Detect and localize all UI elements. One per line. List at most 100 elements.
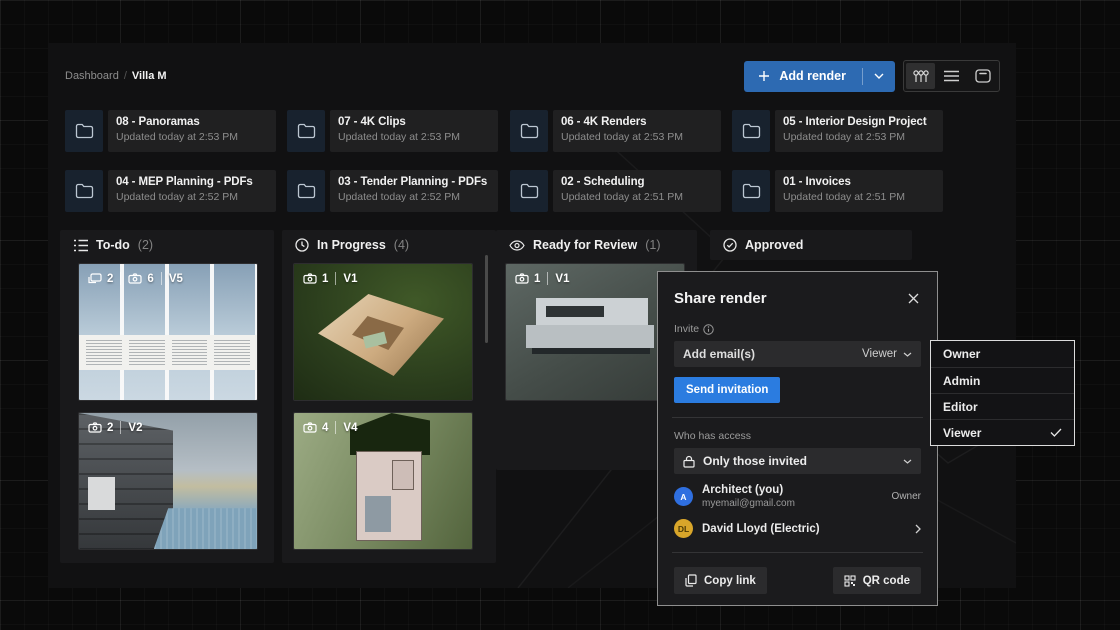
folder-card: 01 - Invoices Updated today at 2:51 PM [775, 170, 943, 212]
desktop-background: Dashboard / Villa M Add render [0, 0, 1120, 630]
chevron-down-icon [903, 459, 912, 464]
person-row-architect[interactable]: A Architect (you) myemail@gmail.com Owne… [674, 484, 921, 509]
archive-icon [975, 69, 991, 83]
folder-title: 02 - Scheduling [561, 176, 713, 188]
folder-item[interactable]: 04 - MEP Planning - PDFs Updated today a… [65, 170, 276, 212]
close-button[interactable] [906, 291, 921, 306]
folder-updated: Updated today at 2:51 PM [783, 191, 935, 203]
card-badges: 2 V2 [88, 421, 142, 434]
send-invitation-button[interactable]: Send invitation [674, 377, 780, 403]
camera-icon [303, 422, 317, 433]
list-view-icon [944, 70, 959, 82]
folder-item[interactable]: 01 - Invoices Updated today at 2:51 PM [732, 170, 943, 212]
folder-title: 04 - MEP Planning - PDFs [116, 176, 268, 188]
camera-count: 6 [147, 273, 153, 285]
role-option-admin[interactable]: Admin [931, 367, 1074, 393]
version-badge: V5 [169, 273, 183, 285]
folder-item[interactable]: 05 - Interior Design Project Updated tod… [732, 110, 943, 152]
render-card-pool[interactable]: 2 V2 [78, 412, 258, 550]
access-select[interactable]: Only those invited [674, 448, 921, 474]
render-card-floorplan[interactable]: 4 V4 [293, 412, 473, 550]
folder-icon [510, 170, 548, 212]
column-header-in-progress: In Progress (4) [282, 230, 409, 260]
version-badge: V1 [555, 273, 569, 285]
folder-card: 08 - Panoramas Updated today at 2:53 PM [108, 110, 276, 152]
column-header-approved: Approved [710, 230, 803, 260]
comment-icon [88, 273, 102, 285]
email-input[interactable] [683, 347, 856, 361]
column-scrollbar[interactable] [485, 255, 488, 343]
invite-label: Invite [674, 323, 699, 335]
folder-updated: Updated today at 2:53 PM [783, 131, 935, 143]
folder-item[interactable]: 03 - Tender Planning - PDFs Updated toda… [287, 170, 498, 212]
column-count: (1) [645, 238, 660, 252]
folder-card: 07 - 4K Clips Updated today at 2:53 PM [330, 110, 498, 152]
modal-title: Share render [674, 290, 767, 307]
qr-code-label: QR code [863, 575, 910, 587]
header-actions: Add render [744, 60, 1000, 92]
folder-item[interactable]: 06 - 4K Renders Updated today at 2:53 PM [510, 110, 721, 152]
render-card-axon-model[interactable]: 1 V1 [293, 263, 473, 401]
chevron-right-icon [915, 524, 921, 534]
folder-title: 08 - Panoramas [116, 116, 268, 128]
folder-item[interactable]: 08 - Panoramas Updated today at 2:53 PM [65, 110, 276, 152]
board-view-icon [913, 69, 929, 83]
role-select-trigger[interactable]: Viewer [862, 348, 912, 360]
board-view-button[interactable] [906, 63, 935, 89]
folder-item[interactable]: 02 - Scheduling Updated today at 2:51 PM [510, 170, 721, 212]
folder-icon [510, 110, 548, 152]
add-render-button[interactable]: Add render [744, 61, 895, 92]
folder-icon [732, 110, 770, 152]
camera-icon [515, 273, 529, 284]
folder-title: 05 - Interior Design Project [783, 116, 935, 128]
folder-icon [287, 110, 325, 152]
chevron-down-icon [903, 352, 912, 357]
render-card-panorama[interactable]: 2 6 V5 [78, 263, 258, 401]
avatar: DL [674, 519, 693, 538]
folder-card: 03 - Tender Planning - PDFs Updated toda… [330, 170, 498, 212]
check-circle-icon [723, 238, 737, 252]
version-badge: V2 [128, 422, 142, 434]
column-title: In Progress [317, 238, 386, 252]
role-option-owner[interactable]: Owner [931, 341, 1074, 367]
camera-icon [303, 273, 317, 284]
folder-updated: Updated today at 2:52 PM [338, 191, 490, 203]
version-badge: V1 [343, 273, 357, 285]
qr-code-button[interactable]: QR code [833, 567, 921, 594]
view-toggle-group [903, 60, 1000, 92]
modal-divider [672, 417, 923, 418]
folder-title: 07 - 4K Clips [338, 116, 490, 128]
role-option-viewer[interactable]: Viewer [931, 419, 1074, 445]
folder-card: 02 - Scheduling Updated today at 2:51 PM [553, 170, 721, 212]
folder-icon [65, 170, 103, 212]
invite-email-row: Viewer [674, 341, 921, 367]
comment-count: 2 [107, 273, 113, 285]
list-view-button[interactable] [937, 63, 966, 89]
breadcrumb-separator: / [124, 70, 127, 82]
person-role: Owner [892, 491, 921, 502]
who-has-access-label: Who has access [674, 430, 751, 442]
folder-card: 05 - Interior Design Project Updated tod… [775, 110, 943, 152]
folder-card: 06 - 4K Renders Updated today at 2:53 PM [553, 110, 721, 152]
camera-count: 2 [107, 422, 113, 434]
camera-icon [88, 422, 102, 433]
todo-list-icon [73, 239, 88, 252]
archive-view-button[interactable] [968, 63, 997, 89]
folder-updated: Updated today at 2:53 PM [338, 131, 490, 143]
column-title: Approved [745, 238, 803, 252]
copy-link-button[interactable]: Copy link [674, 567, 767, 594]
folder-item[interactable]: 07 - 4K Clips Updated today at 2:53 PM [287, 110, 498, 152]
role-option-editor[interactable]: Editor [931, 393, 1074, 419]
modal-divider [672, 552, 923, 553]
avatar: A [674, 487, 693, 506]
add-render-dropdown[interactable] [863, 73, 895, 79]
column-title: Ready for Review [533, 238, 637, 252]
info-icon [703, 324, 714, 335]
folder-updated: Updated today at 2:52 PM [116, 191, 268, 203]
breadcrumb-current-project: Villa M [132, 70, 167, 82]
breadcrumb-dashboard[interactable]: Dashboard [65, 70, 119, 82]
qr-code-icon [844, 575, 856, 587]
chevron-down-icon [874, 73, 884, 79]
eye-icon [509, 240, 525, 251]
person-row-david[interactable]: DL David Lloyd (Electric) [674, 519, 921, 538]
